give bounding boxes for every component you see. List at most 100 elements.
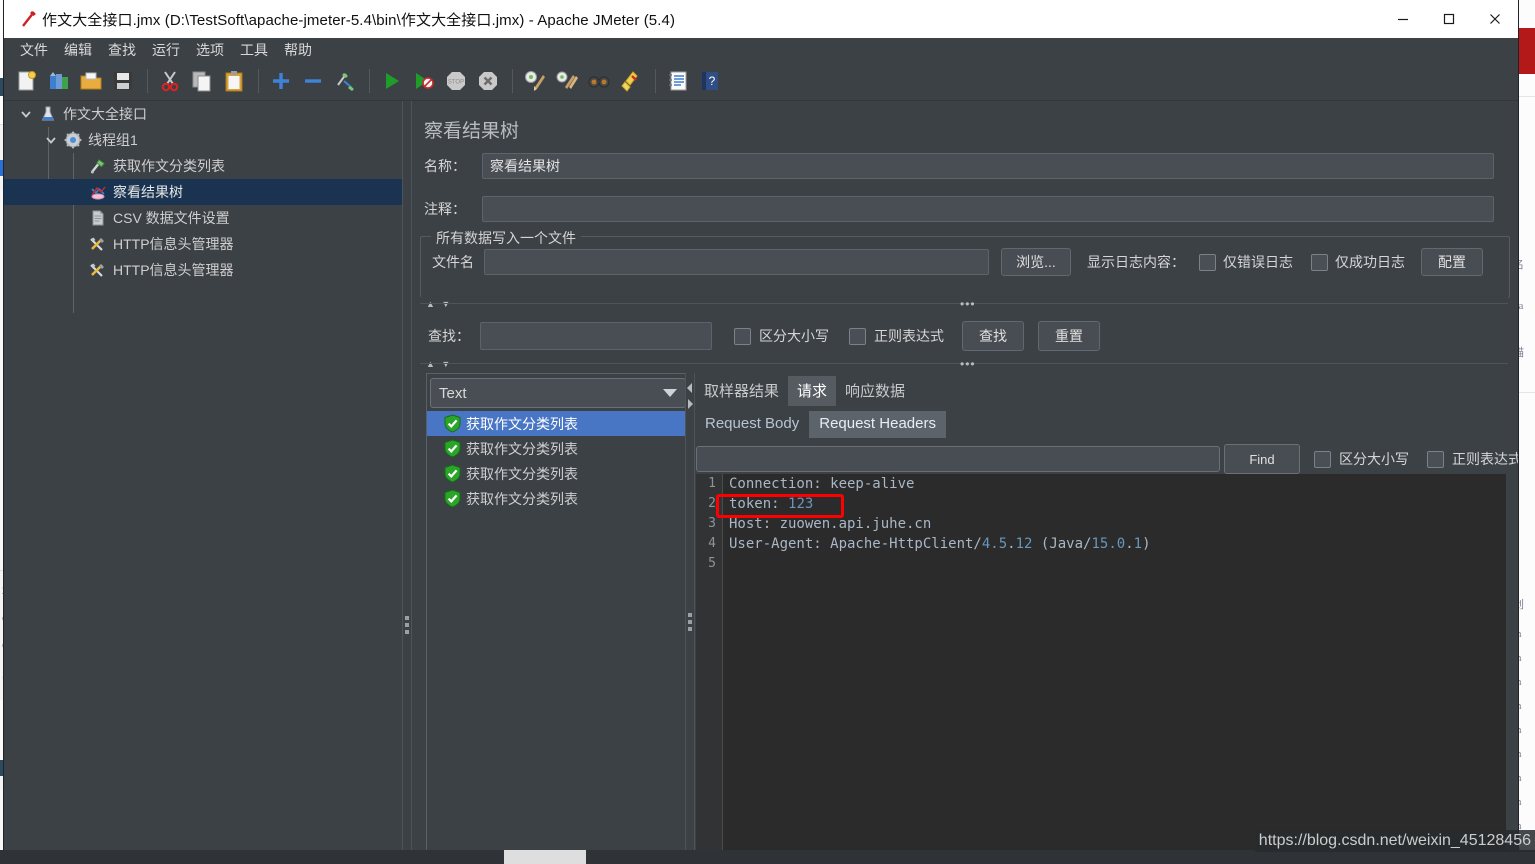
detail-find-button[interactable]: Find: [1224, 444, 1300, 474]
filename-row: 文件名 浏览... 显示日志内容： 仅错误日志 仅成功日志 配置: [432, 248, 1483, 276]
search-input[interactable]: [480, 322, 712, 350]
cut-icon[interactable]: [155, 66, 185, 96]
filename-input[interactable]: [484, 249, 989, 275]
window-controls: [1380, 0, 1518, 38]
detail-case-sensitive-checkbox[interactable]: [1314, 450, 1331, 468]
chevron-down-icon[interactable]: [41, 127, 61, 153]
save-icon[interactable]: [108, 66, 138, 96]
tab-request[interactable]: 请求: [788, 376, 837, 406]
function-helper-icon[interactable]: [663, 66, 693, 96]
tree-node-csv-data-set[interactable]: CSV 数据文件设置: [4, 205, 402, 231]
test-plan-tree[interactable]: 作文大全接口 线程组1 获取作文分类列表 察看结果树 CSV 数据文件设置 HT…: [4, 101, 402, 864]
chevron-down-icon[interactable]: [663, 389, 677, 397]
start-no-pauses-icon[interactable]: [409, 66, 439, 96]
svg-text:?: ?: [709, 74, 716, 88]
success-shield-icon: [443, 414, 462, 433]
detail-find-input[interactable]: [696, 446, 1220, 472]
successes-only-checkbox[interactable]: [1311, 253, 1328, 271]
new-icon[interactable]: [12, 66, 42, 96]
tree-node-header-manager-2[interactable]: HTTP信息头管理器: [4, 257, 402, 283]
list-item[interactable]: 获取作文分类列表: [427, 486, 689, 511]
search-icon[interactable]: [584, 66, 614, 96]
split-grip[interactable]: [688, 613, 692, 634]
errors-only-checkbox[interactable]: [1199, 253, 1216, 271]
line-number: 3: [708, 516, 716, 531]
minimize-button[interactable]: [1380, 0, 1426, 38]
open-icon[interactable]: [76, 66, 106, 96]
copy-icon[interactable]: [187, 66, 217, 96]
results-list[interactable]: 获取作文分类列表 获取作文分类列表 获取作文分类列表 获取作文分类列表: [427, 411, 689, 511]
splitter-strip-top[interactable]: ▲ ▼ •••: [420, 297, 1508, 311]
log-display-label: 显示日志内容：: [1087, 254, 1185, 270]
line-number: 4: [708, 536, 716, 551]
browse-button[interactable]: 浏览...: [1001, 248, 1071, 276]
search-case-sensitive-checkbox[interactable]: [734, 327, 751, 345]
search-case-sensitive-label: 区分大小写: [759, 328, 829, 344]
main-split-divider[interactable]: [402, 101, 412, 864]
subtab-request-headers[interactable]: Request Headers: [809, 411, 946, 438]
menu-item-file[interactable]: 文件: [12, 38, 56, 62]
clear-all-icon[interactable]: [552, 66, 582, 96]
test-plan-icon: [36, 102, 60, 126]
subtab-request-body[interactable]: Request Body: [695, 411, 809, 438]
list-item[interactable]: 获取作文分类列表: [427, 411, 689, 436]
search-find-button[interactable]: 查找: [962, 321, 1024, 351]
code-token: token:: [729, 496, 789, 512]
reset-search-icon[interactable]: [616, 66, 646, 96]
tree-node-test-plan[interactable]: 作文大全接口: [4, 101, 402, 127]
tree-node-http-sampler[interactable]: 获取作文分类列表: [4, 153, 402, 179]
request-headers-code-view[interactable]: 1 2 3 4 5 Connection: keep-alive token: …: [696, 474, 1506, 864]
code-lines[interactable]: Connection: keep-alive token: 123 Host: …: [729, 474, 1151, 574]
collapse-all-icon[interactable]: [298, 66, 328, 96]
tree-node-header-manager-1[interactable]: HTTP信息头管理器: [4, 231, 402, 257]
start-icon[interactable]: [377, 66, 407, 96]
templates-icon[interactable]: [44, 66, 74, 96]
menu-item-run[interactable]: 运行: [144, 38, 188, 62]
line-number: 1: [708, 476, 716, 491]
collapse-arrows[interactable]: ▲ ▼: [426, 359, 452, 369]
renderer-select[interactable]: Text: [430, 378, 686, 408]
shutdown-icon[interactable]: [473, 66, 503, 96]
detail-case-sensitive-label: 区分大小写: [1339, 451, 1409, 467]
menu-item-search[interactable]: 查找: [100, 38, 144, 62]
tree-node-view-results-tree[interactable]: 察看结果树: [4, 179, 402, 205]
menu-item-options[interactable]: 选项: [188, 38, 232, 62]
list-scroll-arrows[interactable]: [686, 381, 694, 414]
tab-response-data[interactable]: 响应数据: [836, 376, 914, 406]
toggle-icon[interactable]: [330, 66, 360, 96]
detail-regex-checkbox[interactable]: [1427, 450, 1444, 468]
search-regex-checkbox[interactable]: [849, 327, 866, 345]
menu-item-help[interactable]: 帮助: [276, 38, 320, 62]
name-input[interactable]: 察看结果树: [482, 153, 1494, 179]
comment-input[interactable]: [482, 196, 1494, 222]
split-dots[interactable]: •••: [960, 298, 976, 310]
detail-tabs[interactable]: 取样器结果 请求 响应数据: [695, 376, 914, 406]
detail-subtabs[interactable]: Request Body Request Headers: [695, 411, 946, 438]
svg-text:STOP: STOP: [448, 80, 464, 86]
list-item[interactable]: 获取作文分类列表: [427, 436, 689, 461]
clear-icon[interactable]: [520, 66, 550, 96]
chevron-down-icon[interactable]: [16, 101, 36, 127]
tab-sampler-result[interactable]: 取样器结果: [695, 376, 788, 406]
menu-item-edit[interactable]: 编辑: [56, 38, 100, 62]
search-regex-label: 正则表达式: [874, 328, 944, 344]
code-line-4: User-Agent: Apache-HttpClient/4.5.12 (Ja…: [729, 534, 1151, 554]
results-detail-divider[interactable]: [685, 373, 695, 864]
tree-node-thread-group[interactable]: 线程组1: [4, 127, 402, 153]
code-line-1: Connection: keep-alive: [729, 474, 1151, 494]
maximize-button[interactable]: [1426, 0, 1472, 38]
configure-button[interactable]: 配置: [1421, 248, 1483, 276]
list-item[interactable]: 获取作文分类列表: [427, 461, 689, 486]
paste-icon[interactable]: [219, 66, 249, 96]
collapse-arrows[interactable]: ▲ ▼: [426, 299, 452, 309]
help-icon[interactable]: ?: [695, 66, 725, 96]
close-button[interactable]: [1472, 0, 1518, 38]
splitter-strip-middle[interactable]: ▲ ▼ •••: [420, 357, 1508, 371]
split-dots[interactable]: •••: [960, 358, 976, 370]
expand-all-icon[interactable]: [266, 66, 296, 96]
search-reset-button[interactable]: 重置: [1038, 321, 1100, 351]
stop-icon[interactable]: STOP: [441, 66, 471, 96]
list-item-label: 获取作文分类列表: [466, 490, 578, 507]
menu-item-tools[interactable]: 工具: [232, 38, 276, 62]
split-grip[interactable]: [405, 616, 409, 638]
